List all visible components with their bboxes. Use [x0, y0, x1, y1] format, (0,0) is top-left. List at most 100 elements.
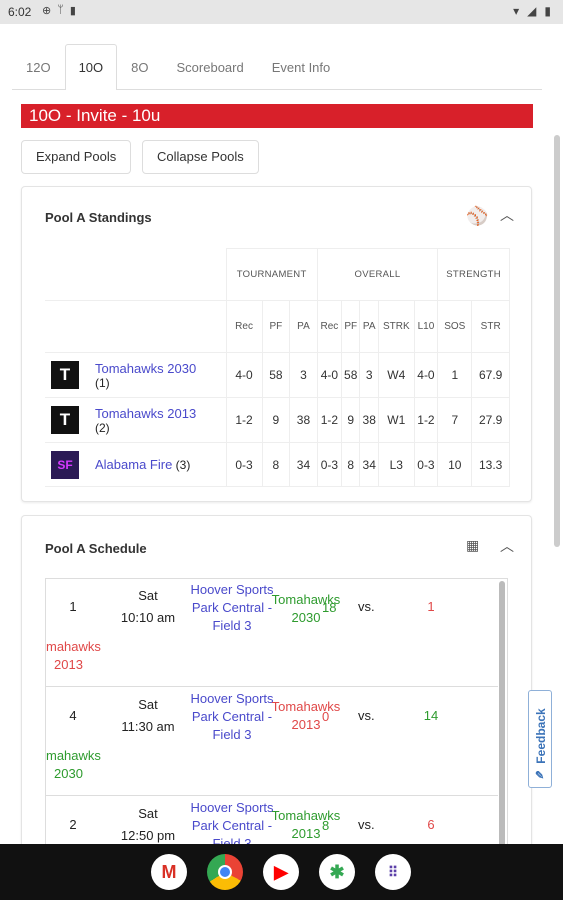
team-link[interactable]: Tomahawks 2013: [95, 406, 196, 421]
tab-scoreboard[interactable]: Scoreboard: [163, 44, 258, 90]
chrome-icon[interactable]: [207, 854, 243, 890]
venue-link[interactable]: Park Central -: [186, 708, 278, 726]
cell: 27.9: [471, 397, 510, 443]
division-banner: 10O - Invite - 10u: [21, 104, 533, 128]
away-score: 1: [427, 599, 435, 614]
col-header: PA: [289, 300, 318, 353]
cell: 4-0: [316, 352, 342, 398]
team-link[interactable]: Tomahawks 2030: [95, 361, 196, 376]
col-header: L10: [413, 300, 439, 353]
tab-12o[interactable]: 12O: [12, 44, 65, 90]
tab-8o[interactable]: 8O: [117, 44, 162, 90]
away-team[interactable]: 2030: [54, 765, 83, 783]
cell: 38: [289, 397, 318, 443]
venue-link[interactable]: Hoover Sports: [186, 690, 278, 708]
status-bar: 6:02 ⊕ ᛘ ▮ ▾ ◢ ▮: [0, 0, 563, 24]
away-team[interactable]: mahawks: [46, 747, 101, 765]
vs-label: vs.: [358, 708, 375, 723]
venue-link[interactable]: Park Central -: [186, 817, 278, 835]
venue-link[interactable]: Hoover Sports: [186, 799, 278, 817]
cell: 38: [359, 397, 379, 443]
tab-event-info[interactable]: Event Info: [258, 44, 345, 90]
edit-icon: ✎: [535, 770, 545, 782]
away-team[interactable]: mahawks: [46, 638, 101, 656]
game-time: 12:50 pm: [120, 828, 176, 843]
pool-standings-card: Pool A Standings ⚾ ︿ TOURNAMENT OVERALL …: [21, 186, 532, 502]
table-row: T Tomahawks 2030 (1) 4-0 58 3 4-0 58 3 W4 4-0 1 67.…: [45, 352, 510, 398]
col-header: Rec: [225, 300, 263, 353]
scrollbar[interactable]: [499, 581, 505, 877]
app-drawer-icon[interactable]: ⠿: [375, 854, 411, 890]
cell: 1-2: [413, 397, 439, 443]
cell: 8: [340, 442, 361, 487]
game-time: 10:10 am: [120, 610, 176, 625]
cell: 67.9: [471, 352, 510, 398]
away-team[interactable]: 2013: [54, 656, 83, 674]
group-overall: OVERALL: [316, 248, 439, 301]
cell: 9: [340, 397, 361, 443]
team-logo: T: [51, 360, 79, 389]
photos-icon[interactable]: ✱: [319, 854, 355, 890]
home-score: 0: [322, 709, 330, 724]
team-seed: (3): [175, 458, 191, 472]
cell: W4: [377, 352, 415, 398]
cell: 0-3: [225, 442, 263, 487]
battery-icon: ▮: [544, 4, 551, 18]
col-header: STR: [471, 300, 510, 353]
table-row: SF Alabama Fire (3) 0-3 8 34 0-3 8 34 L3 0-3 10 13…: [45, 442, 510, 487]
cell: 1-2: [225, 397, 263, 443]
standings-title: Pool A Standings: [45, 210, 152, 225]
col-header: PF: [340, 300, 361, 353]
cell: 7: [437, 397, 473, 443]
team-logo: T: [51, 405, 79, 434]
status-icons: ⊕ ᛘ ▮: [42, 4, 76, 17]
youtube-icon[interactable]: ▶: [263, 854, 299, 890]
expand-pools-button[interactable]: Expand Pools: [21, 140, 132, 174]
vs-label: vs.: [358, 599, 375, 614]
home-team[interactable]: 2013: [266, 825, 346, 843]
team-logo: SF: [51, 450, 79, 479]
home-team[interactable]: 2013: [266, 716, 346, 734]
feedback-label: Feedback: [534, 708, 548, 764]
game-number: 4: [69, 708, 77, 723]
team-link[interactable]: Alabama Fire: [95, 457, 172, 472]
list-item[interactable]: 1 Sat 10:10 am Hoover Sports Park Centra…: [46, 579, 498, 687]
softball-icon[interactable]: ⚾: [466, 206, 488, 227]
page-scrollbar[interactable]: [554, 135, 560, 547]
game-number: 1: [69, 599, 77, 614]
cell: 4-0: [413, 352, 439, 398]
list-item[interactable]: 4 Sat 11:30 am Hoover Sports Park Centra…: [46, 688, 498, 796]
home-score: 8: [322, 818, 330, 833]
venue-link[interactable]: Field 3: [186, 726, 278, 744]
chevron-up-icon[interactable]: ︿: [500, 205, 514, 225]
group-strength: STRENGTH: [437, 248, 510, 301]
venue-link[interactable]: Park Central -: [186, 599, 278, 617]
feedback-button[interactable]: Feedback ✎: [528, 690, 552, 788]
col-header: Rec: [316, 300, 342, 353]
cell: 1: [437, 352, 473, 398]
collapse-pools-button[interactable]: Collapse Pools: [142, 140, 259, 174]
calendar-icon[interactable]: ▦: [466, 537, 479, 554]
vs-label: vs.: [358, 817, 375, 832]
cell: 13.3: [471, 442, 510, 487]
chevron-up-icon[interactable]: ︿: [500, 536, 514, 556]
cell: W1: [377, 397, 415, 443]
status-time: 6:02: [8, 5, 32, 19]
home-team[interactable]: Tomahawks: [266, 807, 346, 825]
cell: 3: [359, 352, 379, 398]
game-day: Sat: [138, 588, 158, 603]
venue-link[interactable]: Hoover Sports: [186, 581, 278, 599]
cell: 8: [261, 442, 291, 487]
app-dock: M ▶ ✱ ⠿: [0, 844, 563, 900]
tab-10o[interactable]: 10O: [64, 44, 118, 90]
cell: 0-3: [413, 442, 439, 487]
schedule-title: Pool A Schedule: [45, 541, 147, 556]
division-tabs: 12O 10O 8O Scoreboard Event Info: [12, 44, 542, 90]
gmail-icon[interactable]: M: [151, 854, 187, 890]
venue-link[interactable]: Field 3: [186, 617, 278, 635]
home-team[interactable]: Tomahawks: [266, 698, 346, 716]
home-score: 18: [322, 600, 337, 615]
game-day: Sat: [138, 697, 158, 712]
pool-schedule-card: Pool A Schedule ▦ ︿ 1 Sat 10:10 am Hoove…: [21, 515, 532, 878]
wifi-icon: ▾: [513, 4, 520, 18]
